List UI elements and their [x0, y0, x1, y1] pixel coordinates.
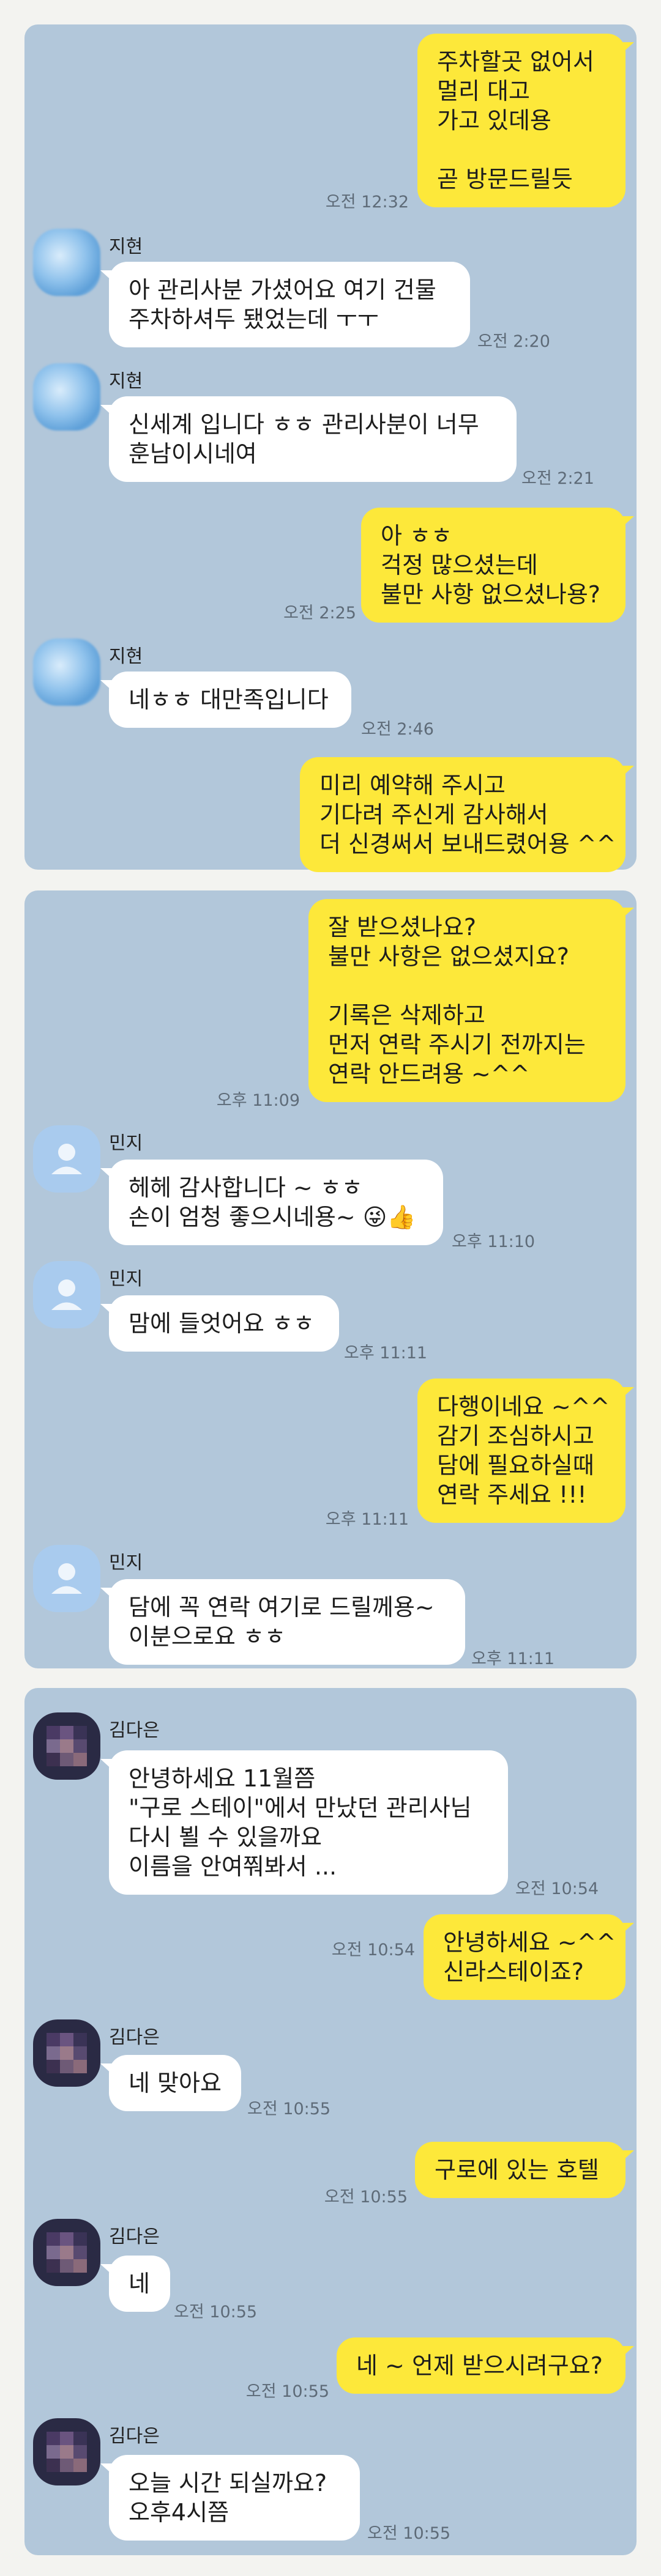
contact-avatar-jihyun[interactable]: [33, 638, 100, 706]
contact-avatar-kimdaeun[interactable]: [33, 2418, 100, 2485]
contact-avatar-jihyun[interactable]: [33, 363, 100, 431]
message-timestamp: 오전 10:55: [245, 2382, 329, 2401]
message-timestamp: 오전 2:25: [283, 604, 356, 623]
outgoing-message-bubble[interactable]: 안녕하세요 ~^^ 신라스테이죠?: [424, 1914, 634, 2000]
contact-avatar-minji[interactable]: [33, 1261, 100, 1328]
contact-avatar-kimdaeun[interactable]: [33, 2019, 100, 2087]
sender-name: 민지: [109, 1133, 143, 1154]
incoming-message-bubble[interactable]: 맘에 들엇어요 ㅎㅎ: [100, 1295, 339, 1352]
default-person-icon: [51, 1144, 82, 1174]
outgoing-message-bubble[interactable]: 미리 예약해 주시고 기다려 주신게 감사해서 더 신경써서 보내드렸어용 ^^: [300, 757, 634, 872]
message-timestamp: 오후 11:09: [216, 1091, 300, 1110]
sender-name: 지현: [109, 371, 143, 392]
message-timestamp: 오전 10:54: [331, 1941, 415, 1960]
incoming-message-bubble[interactable]: 네: [100, 2256, 170, 2312]
message-timestamp: 오전 2:46: [361, 720, 434, 739]
sender-name: 김다은: [109, 2226, 160, 2248]
sender-name: 김다은: [109, 2426, 160, 2447]
sender-name: 지현: [109, 236, 143, 257]
contact-avatar-kimdaeun[interactable]: [33, 1712, 100, 1780]
sender-name: 민지: [109, 1268, 143, 1290]
sender-name: 민지: [109, 1552, 143, 1574]
outgoing-message-bubble[interactable]: 주차할곳 없어서 멀리 대고 가고 있데용 곧 방문드릴듯: [417, 34, 634, 207]
outgoing-message-bubble[interactable]: 네 ~ 언제 받으시려구요?: [337, 2337, 634, 2394]
incoming-message-bubble[interactable]: 헤헤 감사합니다 ~ ㅎㅎ 손이 엄청 좋으시네용~ 😜👍: [100, 1160, 443, 1245]
default-person-icon: [51, 1279, 82, 1310]
message-timestamp: 오후 11:11: [471, 1649, 555, 1668]
outgoing-message-bubble[interactable]: 다행이네요 ~^^ 감기 조심하시고 담에 필요하실때 연락 주세요 !!!: [417, 1379, 634, 1523]
sender-name: 김다은: [109, 2027, 160, 2048]
incoming-message-bubble[interactable]: 담에 꼭 연락 여기로 드릴께용~ 이분으로요 ㅎㅎ: [100, 1579, 465, 1665]
incoming-message-bubble[interactable]: 오늘 시간 되실까요? 오후4시쯤: [100, 2455, 360, 2541]
outgoing-message-bubble[interactable]: 잘 받으셨나요? 불만 사항은 없으셨지요? 기록은 삭제하고 먼저 연락 주시…: [308, 899, 634, 1102]
contact-avatar-minji[interactable]: [33, 1125, 100, 1193]
default-person-icon: [51, 1563, 82, 1594]
message-timestamp: 오후 11:10: [452, 1232, 536, 1251]
message-timestamp: 오후 11:11: [344, 1344, 428, 1363]
incoming-message-bubble[interactable]: 신세계 입니다 ㅎㅎ 관리사분이 너무 훈남이시네여: [100, 396, 517, 482]
message-timestamp: 오전 2:20: [477, 332, 550, 351]
message-timestamp: 오전 10:55: [247, 2100, 331, 2119]
incoming-message-bubble[interactable]: 아 관리사분 가셨어요 여기 건물 주차하셔두 됐었는데 ㅜㅜ: [100, 262, 470, 347]
incoming-message-bubble[interactable]: 네ㅎㅎ 대만족입니다: [100, 672, 351, 728]
incoming-message-bubble[interactable]: 안녕하세요 11월쯤 "구로 스테이"에서 만났던 관리사님 다시 뵐 수 있을…: [100, 1750, 508, 1895]
message-timestamp: 오전 10:55: [174, 2303, 258, 2322]
outgoing-message-bubble[interactable]: 구로에 있는 호텔: [415, 2142, 634, 2198]
contact-avatar-kimdaeun[interactable]: [33, 2219, 100, 2286]
message-timestamp: 오전 12:32: [325, 193, 409, 212]
outgoing-message-bubble[interactable]: 아 ㅎㅎ 걱정 많으셨는데 불만 사항 없으셨나용?: [361, 508, 634, 623]
sender-name: 지현: [109, 646, 143, 667]
incoming-message-bubble[interactable]: 네 맞아요: [100, 2055, 241, 2111]
message-timestamp: 오전 2:21: [521, 469, 594, 488]
message-timestamp: 오전 10:55: [324, 2188, 408, 2207]
message-timestamp: 오후 11:11: [325, 1510, 409, 1529]
message-timestamp: 오전 10:55: [367, 2524, 451, 2543]
sender-name: 김다은: [109, 1720, 160, 1741]
contact-avatar-minji[interactable]: [33, 1545, 100, 1612]
message-timestamp: 오전 10:54: [515, 1879, 599, 1898]
contact-avatar-jihyun[interactable]: [33, 229, 100, 296]
